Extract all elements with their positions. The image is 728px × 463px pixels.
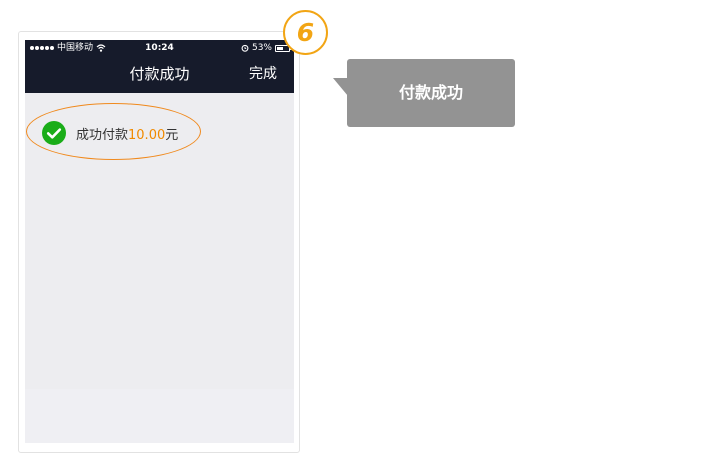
battery-percent: 53% — [251, 43, 272, 53]
step-number-badge: 6 — [283, 10, 328, 55]
callout-label: 付款成功 — [347, 59, 515, 127]
battery-fill — [277, 46, 283, 50]
alarm-icon — [241, 44, 249, 52]
status-right: 53% — [241, 40, 292, 56]
callout-pointer — [333, 78, 348, 96]
screen-bottom-area — [25, 389, 294, 443]
done-button[interactable]: 完成 — [249, 62, 277, 86]
navigation-header: 中国移动 10:24 53% 付款成功 完成 — [25, 40, 294, 93]
highlight-ellipse — [26, 103, 201, 160]
phone-screen: 中国移动 10:24 53% 付款成功 完成 成功付款10.00元 — [25, 40, 294, 443]
status-bar: 中国移动 10:24 53% — [25, 40, 294, 56]
